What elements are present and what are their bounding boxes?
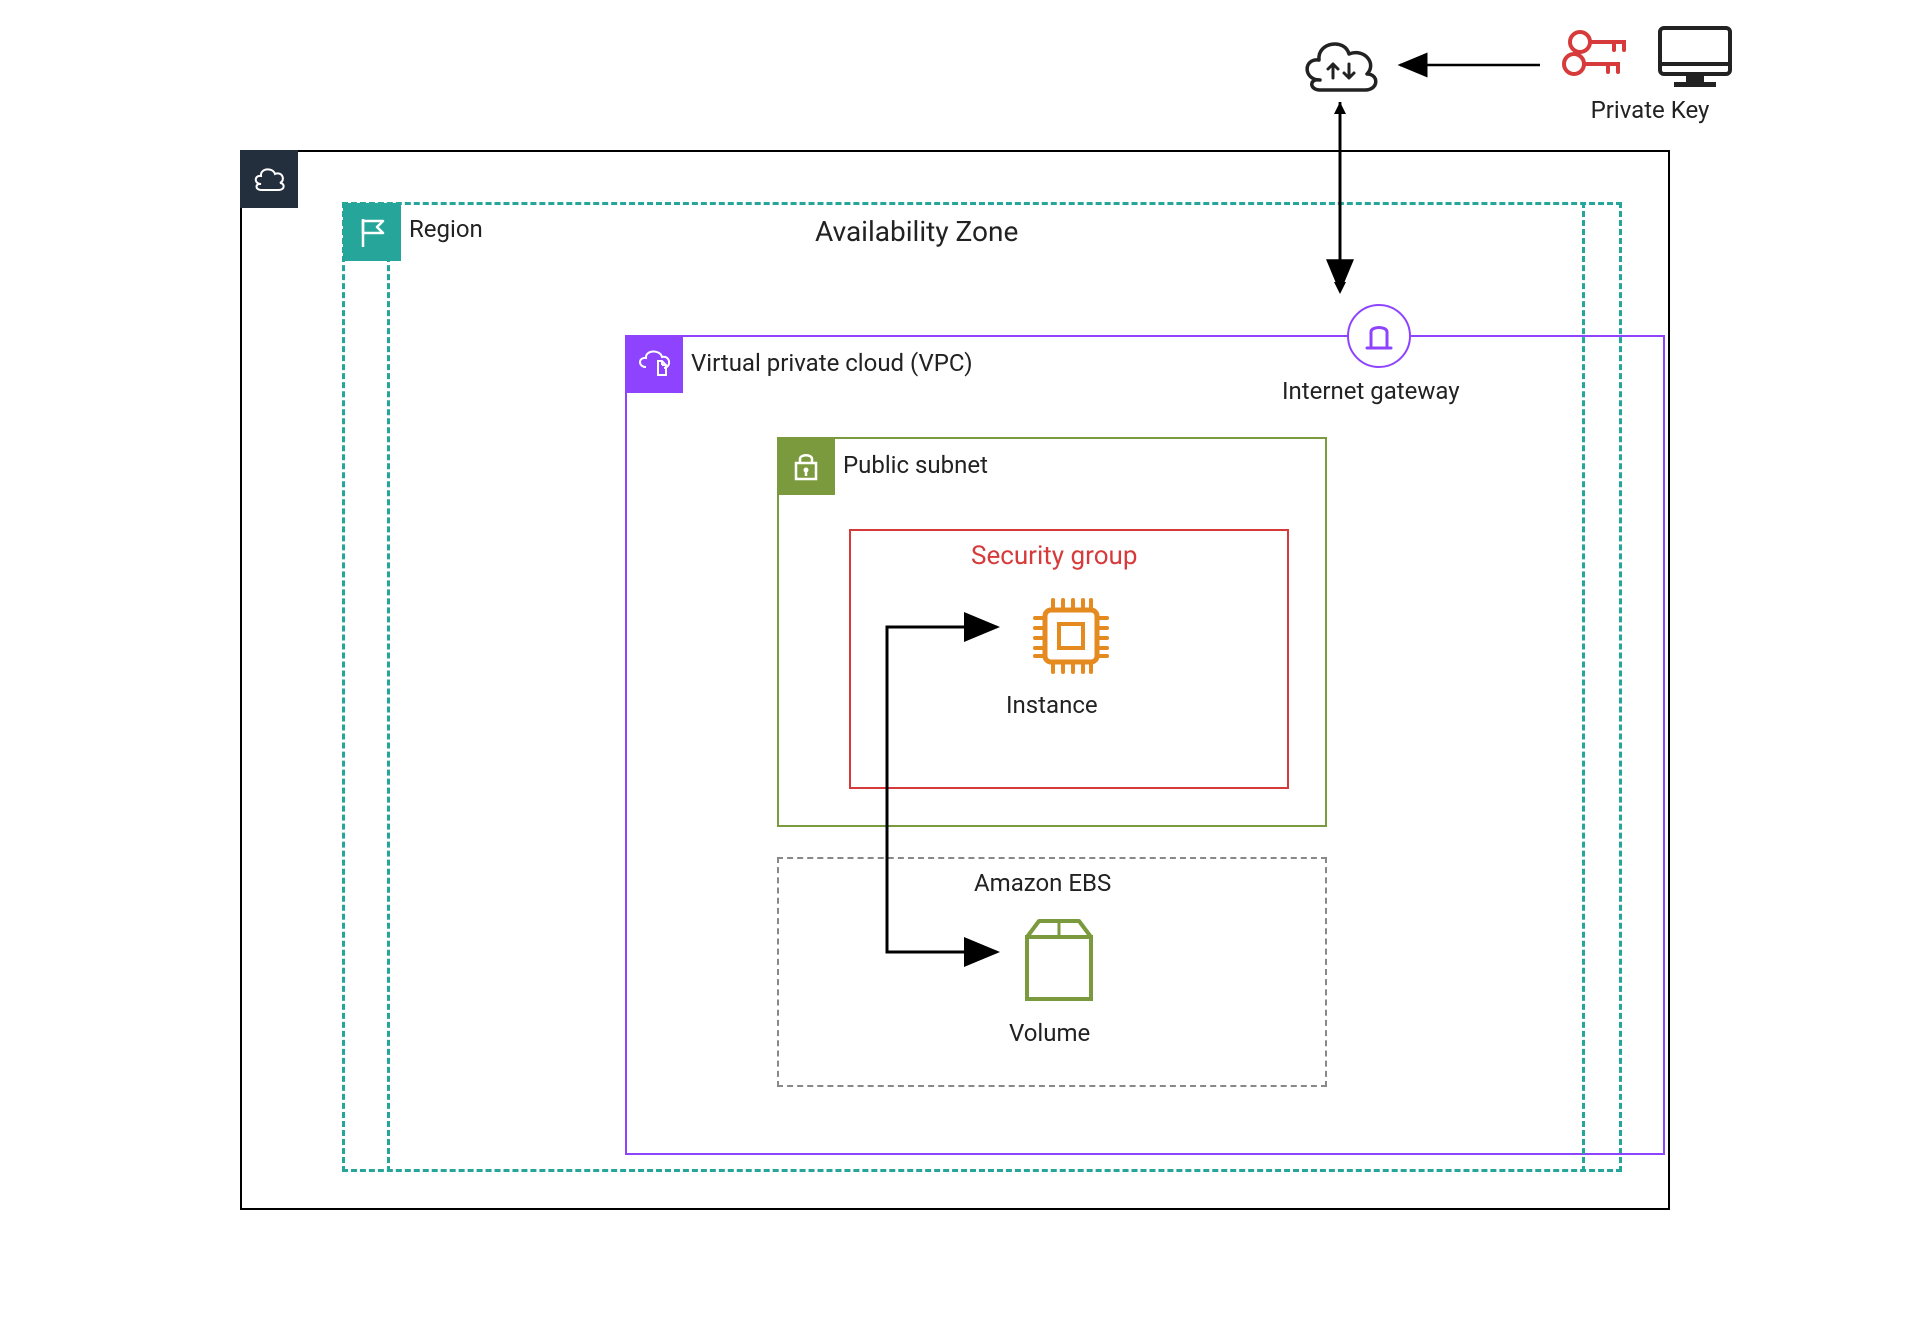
instance-label: Instance [1006, 691, 1098, 719]
region-box: Region Availability Zone Virtual private… [342, 202, 1622, 1172]
private-key-icon [1560, 20, 1740, 90]
ebs-box: Amazon EBS Volume [777, 857, 1327, 1087]
region-flag-icon [343, 203, 401, 261]
public-subnet-label: Public subnet [843, 451, 988, 479]
private-key-label: Private Key [1550, 96, 1750, 124]
internet-gateway-icon [1347, 304, 1411, 368]
az-dash-right [1582, 202, 1585, 1172]
az-dash-left [387, 202, 390, 1172]
ebs-label: Amazon EBS [974, 869, 1111, 897]
subnet-lock-icon [777, 437, 835, 495]
vpc-label: Virtual private cloud (VPC) [691, 349, 973, 377]
aws-cloud-icon [240, 150, 298, 208]
region-label: Region [409, 215, 483, 243]
instance-cpu-icon [1021, 586, 1121, 690]
security-group-label: Security group [971, 541, 1137, 571]
public-subnet-box: Public subnet Security group [777, 437, 1327, 827]
security-group-box: Security group [849, 529, 1289, 789]
internet-cloud-icon [1295, 30, 1385, 100]
availability-zone-label: Availability Zone [815, 215, 1018, 248]
aws-cloud-box: Region Availability Zone Virtual private… [240, 150, 1670, 1210]
volume-label: Volume [1009, 1019, 1090, 1047]
volume-icon [1009, 909, 1109, 1013]
internet-gateway-label: Internet gateway [1282, 377, 1460, 405]
vpc-box: Virtual private cloud (VPC) Internet gat… [625, 335, 1665, 1155]
vpc-icon [625, 335, 683, 393]
